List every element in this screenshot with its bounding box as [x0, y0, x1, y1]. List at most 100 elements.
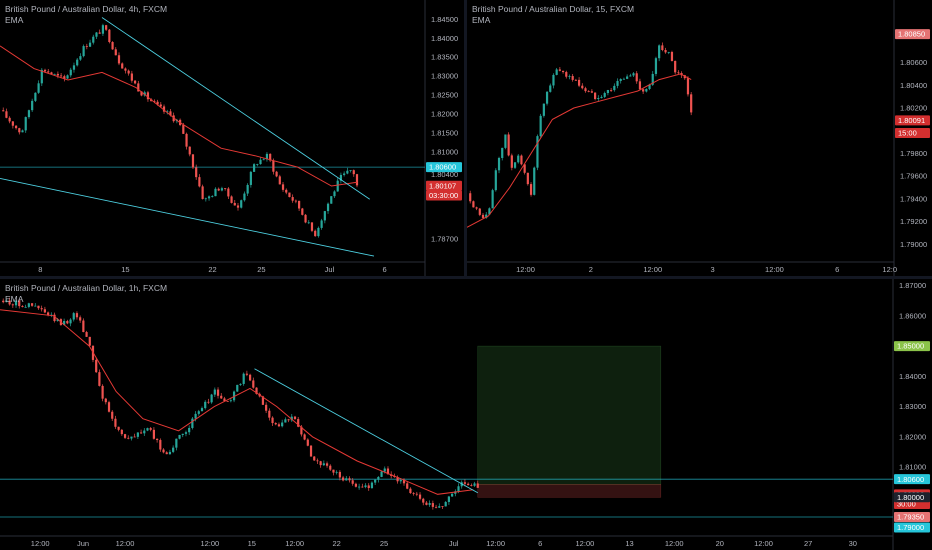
- candle-body: [690, 94, 693, 113]
- candle-body: [285, 189, 288, 193]
- candle-body: [281, 184, 285, 190]
- candle-body: [434, 506, 438, 508]
- candle-body: [27, 110, 31, 118]
- candle-body: [603, 93, 606, 97]
- candle-body: [306, 439, 309, 446]
- time-axis-tick: Jul: [325, 265, 335, 274]
- price-axis-tick: 1.82000: [899, 432, 926, 441]
- time-axis-tick: 25: [380, 539, 388, 548]
- chart-pane-15m[interactable]: 1.808501.806001.804001.802001.800001.798…: [467, 0, 932, 276]
- time-axis-tick: 6: [835, 265, 839, 274]
- price-axis-tick: 1.81500: [431, 129, 458, 138]
- candle-body: [227, 188, 230, 197]
- price-axis-tick: 1.79400: [900, 194, 927, 203]
- time-axis-tick: 12:00: [31, 539, 50, 548]
- candle-body: [333, 191, 336, 197]
- candle-body: [661, 45, 664, 50]
- candle-body: [481, 214, 485, 218]
- price-axis-tick: 1.79600: [900, 172, 927, 181]
- candle-body: [594, 92, 597, 100]
- candle-body: [8, 117, 11, 122]
- candle-body: [69, 69, 72, 76]
- candle-body: [664, 49, 667, 53]
- candle-body: [336, 180, 339, 192]
- price-axis-tick: 1.82000: [431, 110, 458, 119]
- chart-canvas-15m[interactable]: 1.808501.806001.804001.802001.800001.798…: [467, 0, 932, 276]
- candle-body: [638, 81, 642, 90]
- candle-body: [226, 401, 229, 402]
- candle-body: [288, 192, 291, 198]
- candle-body: [658, 45, 661, 59]
- ema-line: [467, 73, 692, 228]
- candle-body: [14, 125, 18, 129]
- candle-body: [539, 115, 542, 137]
- candle-body: [259, 159, 262, 165]
- candle-body: [422, 498, 425, 503]
- candle-body: [584, 88, 587, 92]
- candle-body: [120, 429, 123, 435]
- candle-body: [229, 400, 232, 402]
- time-axis-tick: 20: [716, 539, 724, 548]
- candle-body: [310, 222, 314, 231]
- candle-body: [224, 188, 227, 189]
- candle-body: [79, 317, 82, 321]
- time-axis-tick: 12:00: [486, 539, 505, 548]
- candle-body: [475, 207, 478, 209]
- candle-body: [265, 404, 268, 411]
- time-axis-tick: 8: [38, 265, 42, 274]
- price-tag-label: 1.79350: [897, 513, 924, 522]
- chart-canvas-1h[interactable]: 1.87000 1.86000 1.85000 1.84000 1.83000 1.820…: [0, 279, 932, 550]
- trendline: [0, 178, 375, 257]
- candle-body: [198, 177, 201, 187]
- candle-body: [332, 469, 335, 473]
- candle-body: [343, 173, 346, 175]
- candle-body: [159, 440, 162, 450]
- chart-pane-1h[interactable]: 1.87000 1.86000 1.85000 1.84000 1.83000 1.820…: [0, 279, 932, 550]
- candle-body: [613, 85, 616, 91]
- candle-body: [686, 78, 690, 95]
- price-tag-label: 03:30:00: [429, 191, 458, 200]
- time-axis-tick: 12:00: [516, 265, 535, 274]
- candle-body: [348, 478, 351, 481]
- candle-body: [431, 503, 434, 507]
- candle-body: [447, 496, 450, 502]
- candle-body: [79, 56, 82, 60]
- candle-body: [88, 336, 91, 346]
- candle-body: [197, 411, 200, 414]
- candle-body: [304, 214, 307, 223]
- candle-body: [95, 359, 98, 373]
- candle-body: [242, 373, 245, 384]
- time-axis-tick: 12:00: [116, 539, 135, 548]
- candle-body: [210, 394, 213, 403]
- candle-body: [380, 471, 383, 477]
- candle-body: [188, 427, 191, 433]
- candle-body: [114, 418, 117, 427]
- candle-body: [626, 76, 629, 79]
- candle-body: [330, 196, 333, 204]
- candle-body: [291, 197, 294, 201]
- time-axis-tick: 12:00: [665, 539, 684, 548]
- candle-body: [320, 220, 323, 228]
- time-axis-tick: Jul: [449, 539, 459, 548]
- price-axis-tick: 1.82500: [431, 91, 458, 100]
- candle-body: [491, 190, 494, 209]
- price-tag-label: 1.80600: [897, 475, 924, 484]
- candle-body: [204, 401, 207, 409]
- candle-body: [214, 188, 217, 197]
- trendline: [101, 17, 371, 200]
- chart-pane-4h[interactable]: 1.84500 1.84000 1.83500 1.83000 1.82500 1.820…: [0, 0, 464, 276]
- candle-body: [370, 482, 374, 489]
- candle-body: [645, 89, 648, 92]
- candle-body: [188, 146, 191, 155]
- candle-body: [565, 72, 568, 77]
- candle-body: [123, 434, 127, 438]
- candle-body: [399, 479, 402, 482]
- candle-body: [21, 306, 24, 308]
- chart-canvas-4h[interactable]: 1.84500 1.84000 1.83500 1.83000 1.82500 1.820…: [0, 0, 464, 276]
- candle-body: [159, 104, 162, 107]
- candle-body: [294, 200, 297, 202]
- candle-body: [31, 100, 34, 111]
- candle-body: [85, 332, 88, 337]
- candle-body: [40, 308, 43, 310]
- candle-body: [323, 211, 326, 221]
